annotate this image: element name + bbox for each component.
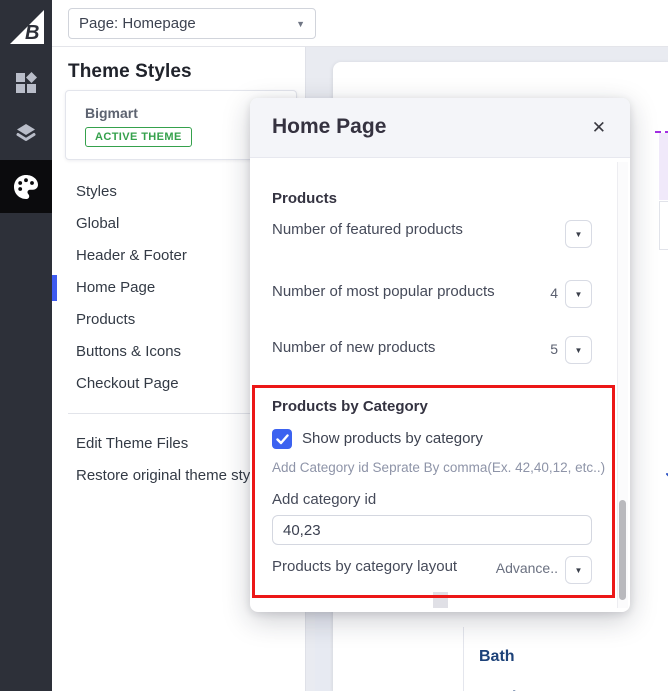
new-products-label: Number of new products <box>272 334 502 362</box>
featured-products-dropdown[interactable]: ▼ <box>565 220 592 248</box>
category-layout-label: Products by category layout <box>272 558 457 575</box>
scrolled-content-peek <box>433 592 448 608</box>
page-selector-dropdown[interactable]: Page: Homepage ▼ <box>68 8 316 39</box>
preview-category-link-bath[interactable]: Bath <box>479 648 515 666</box>
chevron-down-icon: ▼ <box>296 19 305 29</box>
theme-name: Bigmart <box>85 105 138 121</box>
popular-products-dropdown[interactable]: ▼ <box>565 280 592 308</box>
preview-scrollbar[interactable] <box>315 613 330 691</box>
home-page-settings-modal: Home Page ✕ Products Number of featured … <box>250 98 630 612</box>
chevron-down-icon: ▼ <box>575 566 583 575</box>
products-section-heading: Products <box>272 190 337 207</box>
category-layout-dropdown[interactable]: ▼ <box>565 556 592 584</box>
restore-theme-link[interactable]: Restore original theme sty <box>76 467 250 484</box>
chevron-down-icon: ▼ <box>575 290 583 299</box>
category-section-heading: Products by Category <box>272 398 428 415</box>
modal-header: Home Page ✕ <box>250 98 630 158</box>
nav-item-label: Styles <box>76 183 117 200</box>
panel-title: Theme Styles <box>68 61 192 83</box>
svg-text:B: B <box>25 22 39 44</box>
featured-products-label: Number of featured products <box>272 216 502 244</box>
category-id-input[interactable] <box>272 515 592 545</box>
nav-item-label: Header & Footer <box>76 247 187 264</box>
preview-highlighted-section <box>659 133 668 200</box>
modal-title: Home Page <box>272 115 386 139</box>
new-products-value: 5 <box>550 341 558 357</box>
layers-icon[interactable] <box>0 108 52 158</box>
add-category-id-label: Add category id <box>272 491 376 508</box>
nav-item-label: Buttons & Icons <box>76 343 181 360</box>
show-products-by-category-checkbox[interactable] <box>272 429 292 449</box>
nav-item-label: Home Page <box>76 279 155 296</box>
bigcommerce-logo[interactable]: B <box>10 10 44 44</box>
show-products-by-category-label: Show products by category <box>302 430 483 447</box>
chevron-down-icon: ▼ <box>575 230 583 239</box>
popular-products-label: Number of most popular products <box>272 278 502 306</box>
active-indicator-bar <box>52 275 57 301</box>
new-products-dropdown[interactable]: ▼ <box>565 336 592 364</box>
nav-item-label: Products <box>76 311 135 328</box>
active-theme-badge: ACTIVE THEME <box>85 127 192 147</box>
modal-scrollbar-thumb[interactable] <box>619 500 626 600</box>
close-icon[interactable]: ✕ <box>592 117 606 139</box>
popular-products-value: 4 <box>550 285 558 301</box>
chevron-down-icon: ▼ <box>575 346 583 355</box>
category-id-helper-text: Add Category id Seprate By comma(Ex. 42,… <box>272 460 605 475</box>
nav-item-label: Checkout Page <box>76 375 179 392</box>
channels-grid-icon[interactable] <box>0 58 52 108</box>
app-sidebar: B <box>0 0 52 691</box>
category-list-border <box>463 627 464 691</box>
theme-palette-icon[interactable] <box>0 160 52 213</box>
topbar: Page: Homepage ▼ <box>52 0 668 47</box>
page-selector-value: Page: Homepage <box>79 15 296 32</box>
nav-item-label: Global <box>76 215 119 232</box>
edit-theme-files-link[interactable]: Edit Theme Files <box>76 435 188 452</box>
preview-content-block <box>659 201 668 250</box>
category-layout-value: Advance.. <box>496 560 558 576</box>
